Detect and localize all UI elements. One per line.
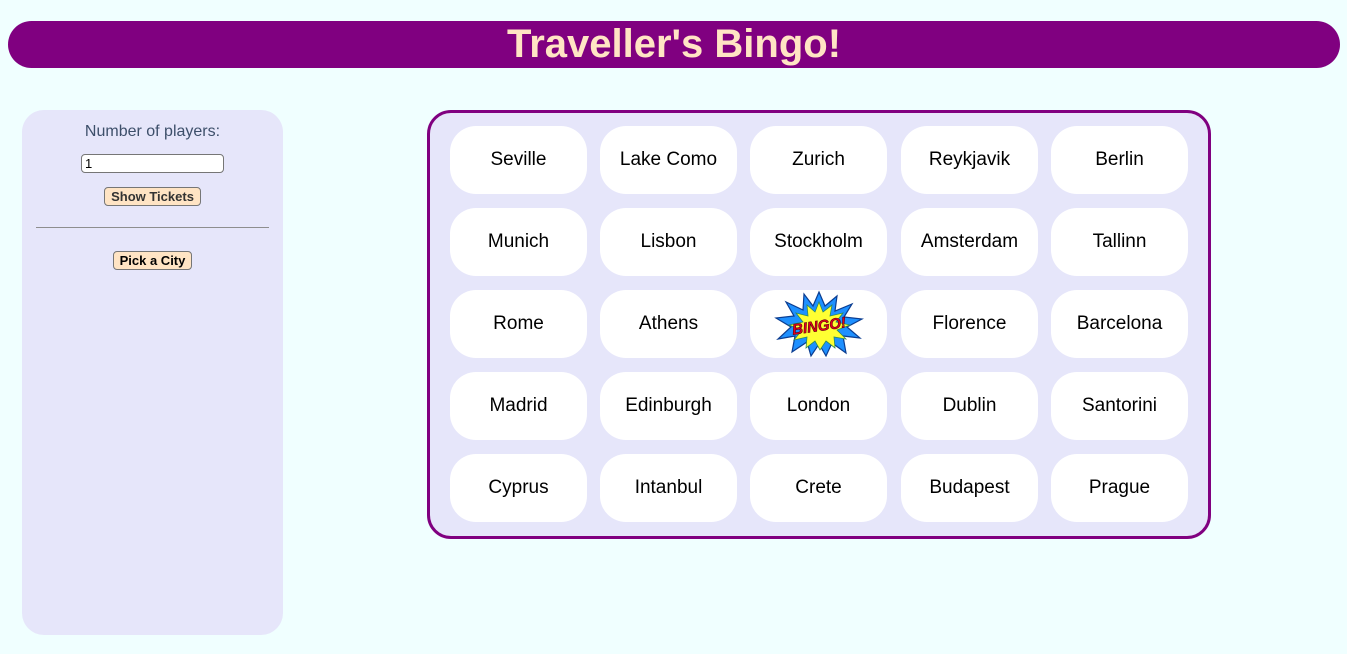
bingo-cell-free[interactable]: BINGO!: [750, 290, 887, 358]
control-panel: Number of players: Show Tickets Pick a C…: [22, 110, 283, 635]
bingo-cell-edinburgh[interactable]: Edinburgh: [600, 372, 737, 440]
bingo-cell-budapest[interactable]: Budapest: [901, 454, 1038, 522]
bingo-burst-icon: BINGO!: [773, 290, 864, 358]
show-tickets-button[interactable]: Show Tickets: [104, 187, 201, 206]
bingo-cell-cyprus[interactable]: Cyprus: [450, 454, 587, 522]
page-title: Traveller's Bingo!: [506, 22, 842, 66]
bingo-cell-lake-como[interactable]: Lake Como: [600, 126, 737, 194]
bingo-cell-intanbul[interactable]: Intanbul: [600, 454, 737, 522]
bingo-cell-prague[interactable]: Prague: [1051, 454, 1188, 522]
bingo-cell-rome[interactable]: Rome: [450, 290, 587, 358]
bingo-cell-lisbon[interactable]: Lisbon: [600, 208, 737, 276]
bingo-cell-amsterdam[interactable]: Amsterdam: [901, 208, 1038, 276]
bingo-cell-tallinn[interactable]: Tallinn: [1051, 208, 1188, 276]
bingo-cell-crete[interactable]: Crete: [750, 454, 887, 522]
bingo-cell-seville[interactable]: Seville: [450, 126, 587, 194]
players-label: Number of players:: [84, 123, 221, 140]
bingo-cell-athens[interactable]: Athens: [600, 290, 737, 358]
bingo-cell-florence[interactable]: Florence: [901, 290, 1038, 358]
bingo-cell-munich[interactable]: Munich: [450, 208, 587, 276]
bingo-cell-dublin[interactable]: Dublin: [901, 372, 1038, 440]
players-input[interactable]: [81, 154, 224, 173]
bingo-cell-santorini[interactable]: Santorini: [1051, 372, 1188, 440]
bingo-cell-stockholm[interactable]: Stockholm: [750, 208, 887, 276]
bingo-cell-madrid[interactable]: Madrid: [450, 372, 587, 440]
bingo-cell-berlin[interactable]: Berlin: [1051, 126, 1188, 194]
bingo-ticket: Seville Lake Como Zurich Reykjavik Berli…: [427, 110, 1211, 539]
divider: [36, 227, 269, 228]
bingo-cell-barcelona[interactable]: Barcelona: [1051, 290, 1188, 358]
bingo-cell-reykjavik[interactable]: Reykjavik: [901, 126, 1038, 194]
bingo-cell-zurich[interactable]: Zurich: [750, 126, 887, 194]
bingo-cell-london[interactable]: London: [750, 372, 887, 440]
title-banner: Traveller's Bingo!: [8, 21, 1340, 68]
pick-city-button[interactable]: Pick a City: [112, 251, 193, 270]
